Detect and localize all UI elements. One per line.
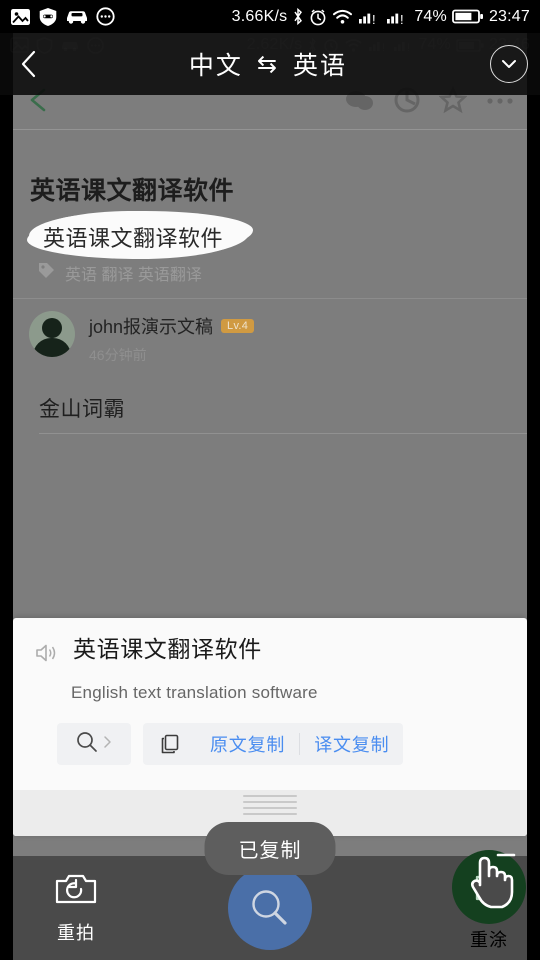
swap-languages-icon[interactable]: ⇆ xyxy=(257,50,279,79)
retake-label: 重拍 xyxy=(57,923,95,943)
message-dots-icon xyxy=(96,7,115,26)
battery-icon xyxy=(452,8,484,25)
clock-time: 23:47 xyxy=(488,7,530,25)
background-section-divider xyxy=(13,298,527,299)
wifi-icon xyxy=(332,9,353,25)
translate-header: 中文 ⇆ 英语 xyxy=(0,33,540,95)
image-icon xyxy=(10,8,31,26)
expand-button[interactable] xyxy=(478,45,540,83)
car-icon xyxy=(65,8,89,25)
background-tags-text: 英语 翻译 英语翻译 xyxy=(65,267,202,284)
search-fab[interactable] xyxy=(228,866,312,950)
signal-2-icon: ! xyxy=(386,9,409,26)
signal-1-icon: ! xyxy=(358,9,381,26)
svg-text:!: ! xyxy=(372,11,376,24)
toast-message: 已复制 xyxy=(204,822,336,875)
bluetooth-icon xyxy=(292,7,304,26)
post-body-text: 金山词霸 xyxy=(39,398,125,421)
speaker-icon[interactable] xyxy=(35,636,59,669)
drag-handle-icon[interactable] xyxy=(243,795,297,819)
net-speed: 3.66K/s xyxy=(231,7,288,25)
translated-text: English text translation software xyxy=(71,683,318,702)
avatar[interactable] xyxy=(29,311,75,357)
svg-text:!: ! xyxy=(400,11,404,24)
tag-icon xyxy=(37,261,56,285)
copy-source-button[interactable]: 原文复制 xyxy=(196,723,299,765)
background-tags: 英语 翻译 英语翻译 xyxy=(37,261,202,285)
chevron-right-icon xyxy=(103,734,113,755)
search-icon xyxy=(75,730,99,759)
language-pair[interactable]: 中文 ⇆ 英语 xyxy=(58,46,478,82)
alarm-icon xyxy=(309,8,327,26)
shield-icon xyxy=(38,7,58,27)
battery-percent: 74% xyxy=(414,7,447,25)
copy-icon[interactable] xyxy=(143,732,196,756)
source-language[interactable]: 中文 xyxy=(189,46,243,82)
post-time: 46分钟前 xyxy=(89,347,147,363)
post-divider xyxy=(39,433,527,434)
pointing-hand-cursor xyxy=(462,845,518,920)
retake-button[interactable]: 重拍 xyxy=(31,871,121,945)
phone-screen: 英语课文翻译软件 英语课文翻译软件 英语 翻译 英语翻译 john报演示文稿 L… xyxy=(0,0,540,960)
background-post-header: john报演示文稿 Lv.4 46分钟前 xyxy=(29,311,509,365)
post-author: john报演示文稿 xyxy=(89,317,214,337)
source-text: 英语课文翻译软件 xyxy=(73,636,262,662)
target-language[interactable]: 英语 xyxy=(293,46,347,82)
status-bar: 3.66K/s ! ! 74% 23:47 xyxy=(0,0,540,33)
background-article-title: 英语课文翻译软件 xyxy=(30,177,235,205)
chevron-down-circle-icon[interactable] xyxy=(490,45,528,83)
back-button[interactable] xyxy=(0,47,58,81)
more-dots-icon[interactable] xyxy=(485,93,515,111)
copy-translation-button[interactable]: 译文复制 xyxy=(300,723,403,765)
camera-retake-icon xyxy=(54,871,98,912)
repaint-label: 重涂 xyxy=(470,930,508,950)
background-divider xyxy=(13,129,527,130)
action-row: 原文复制 译文复制 xyxy=(57,723,505,765)
copy-action-group: 原文复制 译文复制 xyxy=(143,723,404,765)
highlight-text: 英语课文翻译软件 xyxy=(43,226,224,251)
search-action-button[interactable] xyxy=(57,723,131,765)
level-badge: Lv.4 xyxy=(221,319,255,333)
